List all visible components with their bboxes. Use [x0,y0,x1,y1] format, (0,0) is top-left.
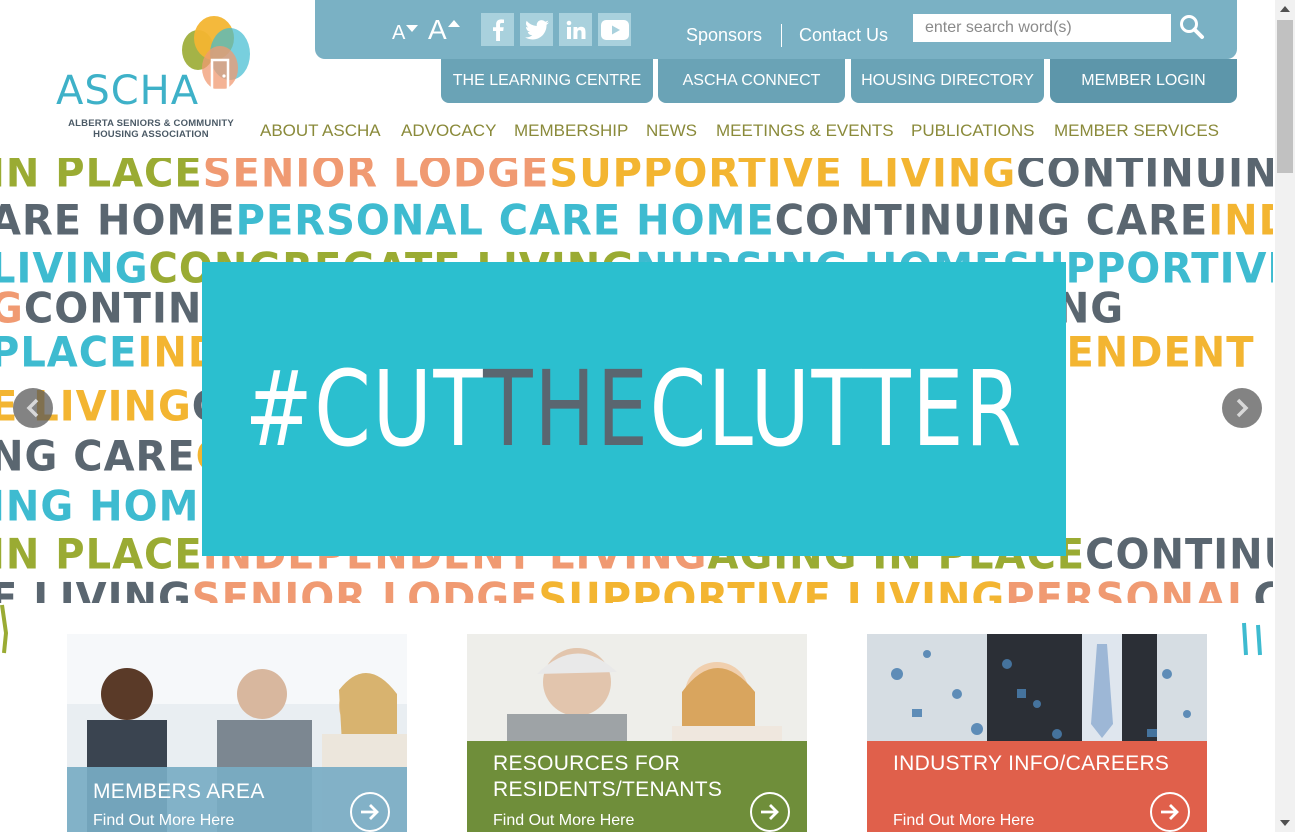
scrollbar-thumb[interactable] [1277,20,1293,173]
decrease-font-button[interactable]: A [392,22,419,45]
resources-band: RESOURCES FOR RESIDENTS/TENANTS Find Out… [467,741,807,832]
up-triangle-icon [447,20,460,27]
increase-font-button[interactable]: A [428,14,460,46]
industry-info-band: INDUSTRY INFO/CAREERS Find Out More Here [867,741,1207,832]
members-area-card[interactable]: MEMBERS AREA Find Out More Here [67,634,407,832]
sponsors-link[interactable]: Sponsors [686,25,762,46]
hero-pattern-word: SUPPORTIVE LIVING [549,158,1017,198]
scroll-up-arrow-icon[interactable] [1280,6,1290,12]
members-area-band: MEMBERS AREA Find Out More Here [67,767,407,832]
hashtag-end: CLUTTER [649,348,1024,470]
hero-pattern-word: SUPPORTIVE LIVING [538,574,1006,603]
card-title: INDUSTRY INFO/CAREERS [893,752,1170,775]
hero-pattern-word: PERSONAL CARE HOME [235,196,775,246]
hero-pattern-word: SENIOR LODGE [202,158,550,198]
hero-pattern-word: INDEPENDENT [1208,196,1273,246]
main-nav: ABOUT ASCHA ADVOCACY MEMBERSHIP NEWS MEE… [0,121,1295,143]
hero-pattern-row: E LIVINGSENIOR LODGESUPPORTIVE LIVINGPER… [0,575,1273,603]
arrow-right-circle-icon[interactable] [350,792,390,832]
facebook-icon[interactable] [481,13,514,46]
chevron-left-icon [26,398,39,418]
card-link[interactable]: Find Out More Here [493,812,634,830]
hero-pattern-word: ARE HOME [0,196,236,246]
nav-meetings-events[interactable]: MEETINGS & EVENTS [716,121,894,141]
increase-font-label: A [428,14,447,45]
arrow-right-circle-icon[interactable] [1150,792,1190,832]
member-login-button[interactable]: MEMBER LOGIN [1050,59,1237,103]
hero-pattern-row: IN PLACESENIOR LODGESUPPORTIVE LIVINGCON… [0,158,1273,197]
hero-pattern-row: ARE HOMEPERSONAL CARE HOMECONTINUING CAR… [0,197,1273,245]
industry-info-card[interactable]: INDUSTRY INFO/CAREERS Find Out More Here [867,634,1207,832]
hero-pattern-word: CONTINUING CARE [774,196,1209,246]
hero-hashtag: #CUTTHECLUTTER [245,348,1023,470]
hero-pattern-word: CONTINUING [1085,530,1273,580]
hero-pattern-word: IN PLACE [0,530,203,580]
link-divider [781,24,782,47]
hero-pattern-word: IN PLACE [0,158,203,198]
nav-news[interactable]: NEWS [646,121,697,141]
hero-pattern-word: CONTINUING [1016,158,1273,198]
nav-publications[interactable]: PUBLICATIONS [911,121,1034,141]
hero-pattern-word: ING HOME [0,482,228,532]
hero-pattern-word: PERSONAL [1005,574,1254,603]
card-title: MEMBERS AREA [93,780,265,803]
carousel-prev-button[interactable] [13,388,53,428]
hero-pattern-word: PLACE [0,328,138,378]
card-link[interactable]: Find Out More Here [93,812,234,830]
hero-pattern-word: SENIOR LODGE [191,574,539,603]
youtube-icon[interactable] [598,13,631,46]
resources-card[interactable]: RESOURCES FOR RESIDENTS/TENANTS Find Out… [467,634,807,832]
down-triangle-icon [406,25,419,32]
chevron-right-icon [1236,398,1249,418]
card-title: RESOURCES FOR RESIDENTS/TENANTS [493,752,723,801]
linkedin-icon[interactable] [559,13,592,46]
hero-pattern-word: E LIVING [0,574,192,603]
hero-pattern-word: G [0,285,24,333]
nav-member-services[interactable]: MEMBER SERVICES [1054,121,1219,141]
tab-learning-centre[interactable]: THE LEARNING CENTRE [441,59,653,103]
hero-pattern-word: NG CARE [0,432,196,482]
card-link[interactable]: Find Out More Here [893,812,1034,830]
hero-slide-panel[interactable]: #CUTTHECLUTTER [202,262,1066,556]
carousel-next-button[interactable] [1222,388,1262,428]
hero-carousel: IN PLACESENIOR LODGESUPPORTIVE LIVINGCON… [0,158,1273,603]
nav-membership[interactable]: MEMBERSHIP [514,121,628,141]
scroll-down-arrow-icon[interactable] [1280,820,1290,826]
nav-about-ascha[interactable]: ABOUT ASCHA [260,121,381,141]
search-input[interactable] [913,14,1171,42]
arrow-right-circle-icon[interactable] [750,792,790,832]
top-utility-bar: A A Sponsors Contact Us [315,0,1237,59]
decrease-font-label: A [392,22,406,44]
search-icon[interactable] [1179,14,1207,42]
contact-us-link[interactable]: Contact Us [799,25,888,46]
tab-housing-directory[interactable]: HOUSING DIRECTORY [851,59,1044,103]
hashtag-start: #CUT [244,348,484,470]
tab-ascha-connect[interactable]: ASCHA CONNECT [658,59,845,103]
logo-wordmark: ASCHA [56,68,200,114]
hashtag-middle: THE [483,348,650,470]
hero-edge-right [1238,603,1273,659]
hero-pattern-word: CARE [1253,575,1273,603]
twitter-icon[interactable] [520,13,553,46]
nav-advocacy[interactable]: ADVOCACY [401,121,496,141]
vertical-scrollbar[interactable] [1275,0,1295,832]
hero-edge-left [0,603,22,659]
